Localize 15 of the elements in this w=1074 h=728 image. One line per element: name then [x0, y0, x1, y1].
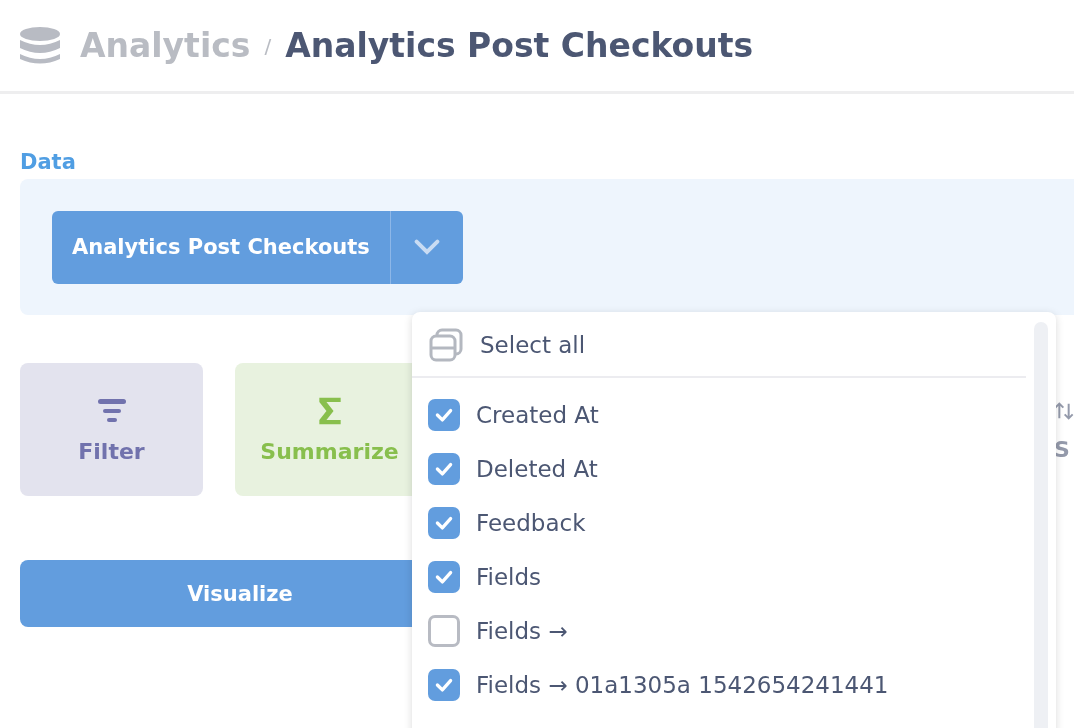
- checkbox[interactable]: [428, 453, 460, 485]
- select-all-icon: [428, 327, 464, 363]
- checkbox[interactable]: [428, 669, 460, 701]
- database-icon: [20, 25, 60, 66]
- column-item[interactable]: Feedback: [412, 496, 1056, 550]
- column-item[interactable]: Fields → 01a1305a 1542654241441: [412, 658, 1056, 712]
- filter-button[interactable]: Filter: [20, 363, 203, 496]
- breadcrumb-separator: /: [264, 33, 272, 58]
- checkbox[interactable]: [428, 399, 460, 431]
- checkbox[interactable]: [428, 507, 460, 539]
- page-title: Analytics Post Checkouts: [285, 26, 754, 65]
- checkbox[interactable]: [428, 561, 460, 593]
- section-label: Data: [20, 149, 77, 176]
- chevron-down-icon[interactable]: [413, 239, 440, 255]
- checkbox[interactable]: [428, 615, 460, 647]
